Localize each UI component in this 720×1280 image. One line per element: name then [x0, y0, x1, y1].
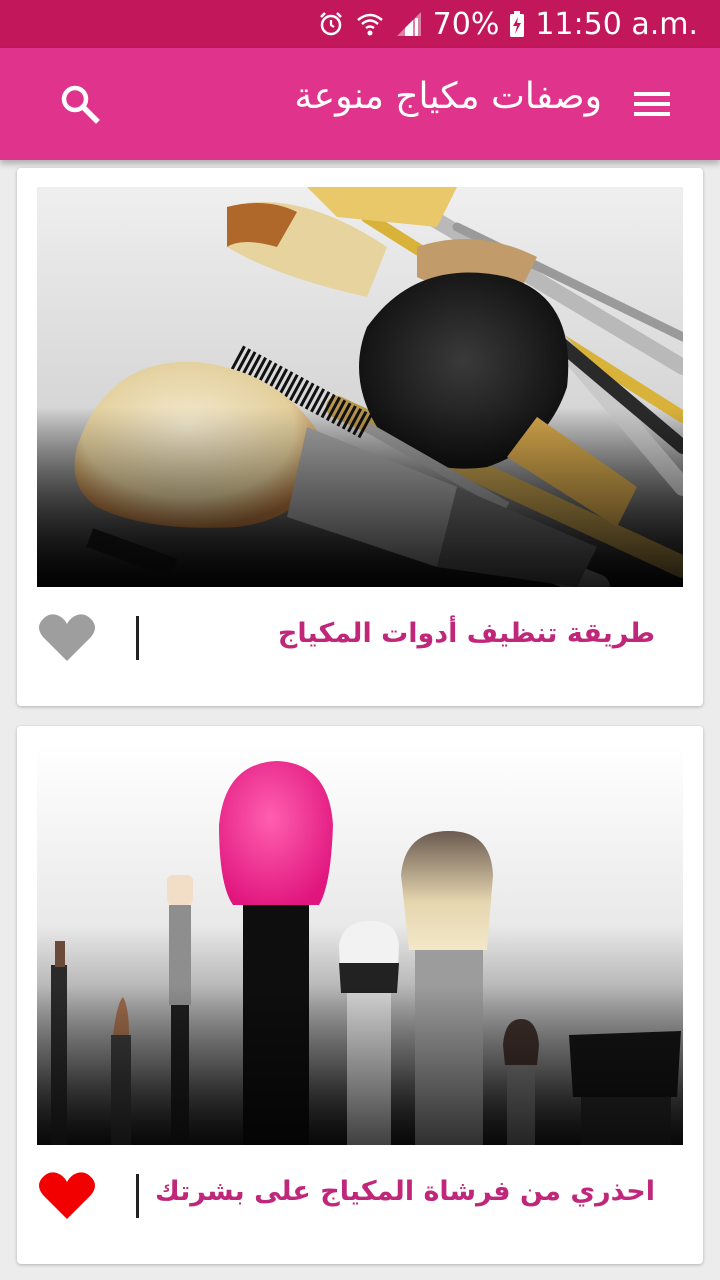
article-card[interactable]: طريقة تنظيف أدوات المكياج [17, 168, 703, 706]
status-bar: 70% 11:50 a.m. [0, 0, 720, 48]
favorite-button[interactable] [39, 613, 95, 663]
article-title[interactable]: طريقة تنظيف أدوات المكياج [278, 618, 655, 649]
battery-level: 70% [432, 6, 500, 42]
clock: 11:50 a.m. [535, 6, 698, 42]
heart-icon [39, 1172, 95, 1225]
divider [136, 616, 139, 660]
app-title: وصفات مكياج منوعة [294, 76, 602, 117]
search-button[interactable] [58, 82, 102, 126]
article-image[interactable] [37, 745, 683, 1145]
article-title[interactable]: احذري من فرشاة المكياج على بشرتك [155, 1176, 655, 1207]
hamburger-line [634, 102, 670, 106]
app-bar: وصفات مكياج منوعة [0, 48, 720, 160]
battery-charging-icon [509, 10, 525, 38]
search-icon [58, 85, 102, 130]
favorite-button[interactable] [39, 1171, 95, 1221]
heart-icon [39, 614, 95, 667]
menu-button[interactable] [632, 86, 672, 122]
hamburger-menu-icon [634, 92, 670, 96]
article-card[interactable]: احذري من فرشاة المكياج على بشرتك [17, 726, 703, 1264]
divider [136, 1174, 139, 1218]
signal-icon [395, 10, 423, 38]
hamburger-line [634, 112, 670, 116]
article-image[interactable] [37, 187, 683, 587]
alarm-icon [317, 10, 345, 38]
wifi-icon [355, 10, 385, 38]
article-feed[interactable]: طريقة تنظيف أدوات المكياج احذري من فرشاة… [0, 160, 720, 1280]
